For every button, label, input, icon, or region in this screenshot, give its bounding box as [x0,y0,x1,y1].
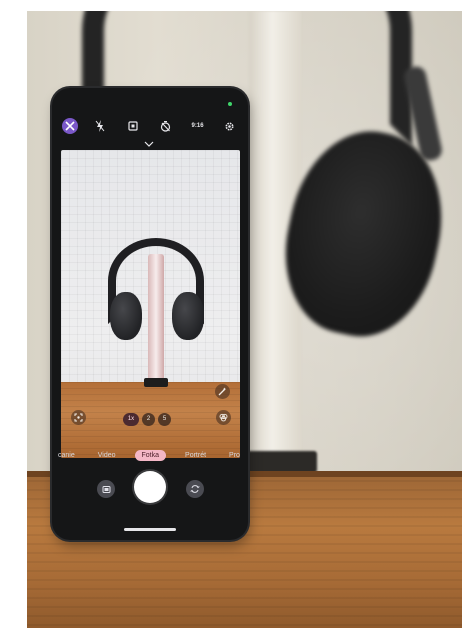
switch-camera-button[interactable] [186,480,204,498]
settings-gear-icon[interactable] [220,116,240,136]
mode-video[interactable]: Video [94,450,120,461]
camera-mode-strip: canie Video Fotka Portrét Pro [52,446,248,464]
camera-viewfinder[interactable]: 1x 2 5 [61,150,240,458]
camera-top-bar: 9:16 [62,116,240,136]
headphone-stand-base [237,451,317,473]
zoom-selector[interactable]: 1x 2 5 [123,412,171,426]
focus-frame-icon[interactable] [71,410,86,425]
mode-pro[interactable]: Pro [225,450,244,461]
timer-off-icon[interactable] [155,116,175,136]
shutter-button[interactable] [134,471,166,503]
zoom-option-2x[interactable]: 2 [142,412,155,426]
aspect-ratio-icon[interactable]: 9:16 [188,116,208,136]
camera-indicator-dot [228,102,232,106]
home-indicator[interactable] [124,528,176,531]
mode-photo[interactable]: Fotka [134,449,167,461]
zoom-option-5x[interactable]: 5 [158,412,171,426]
smartphone: 9:16 1x 2 5 canie Video Fotka Portrét Pr… [52,88,248,540]
gallery-button[interactable] [97,480,115,498]
mode-panorama[interactable]: canie [54,450,79,461]
magic-wand-icon[interactable] [215,384,230,399]
filters-icon[interactable] [216,410,231,425]
preview-right-ear-cup [172,292,204,340]
aspect-ratio-label: 9:16 [191,123,204,129]
mode-portrait[interactable]: Portrét [181,450,210,461]
chevron-down-icon[interactable] [142,140,156,148]
zoom-option-1x[interactable]: 1x [123,412,139,426]
preview-stand-base [144,378,168,387]
gallery-icon [102,485,110,493]
flash-off-icon[interactable] [90,116,110,136]
shutter-mode-icon[interactable] [62,118,78,134]
switch-camera-icon [190,485,200,493]
motion-photo-icon[interactable] [123,116,143,136]
preview-left-ear-cup [110,292,142,340]
